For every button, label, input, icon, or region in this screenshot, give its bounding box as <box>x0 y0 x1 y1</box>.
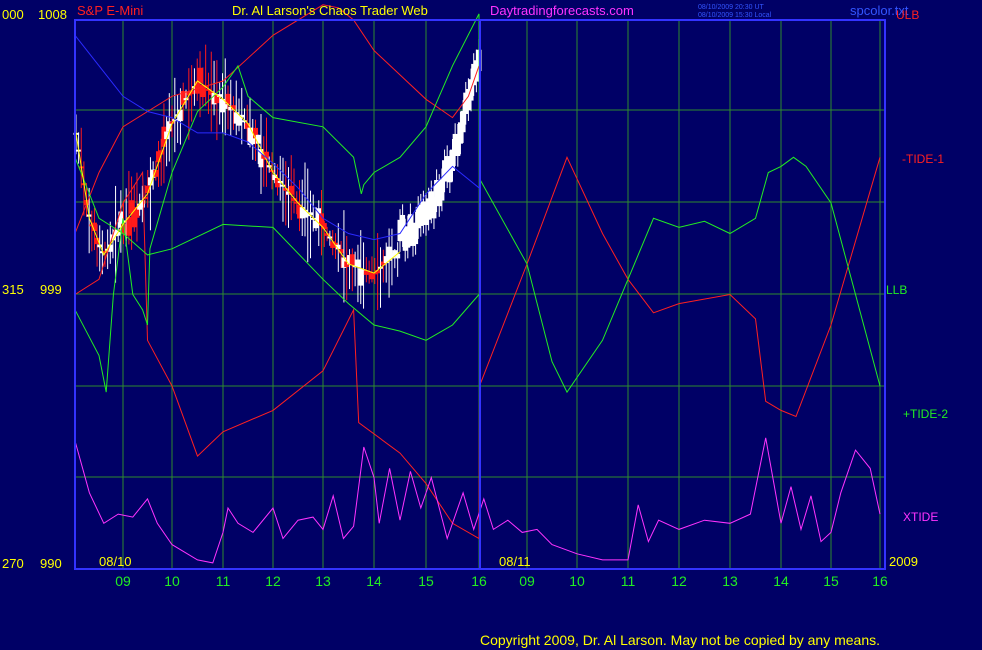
x-tick-label: 14 <box>366 573 382 589</box>
price-bar-body <box>194 81 200 94</box>
price-bar-body <box>177 109 183 122</box>
x-tick-label: 09 <box>519 573 535 589</box>
x-tick-label: 11 <box>621 573 636 589</box>
label-llb: LLB <box>886 283 907 297</box>
x-tick-label: 15 <box>823 573 839 589</box>
y-label-price-bottom: 990 <box>40 556 62 571</box>
chart-title: Dr. Al Larson's Chaos Trader Web <box>232 3 428 18</box>
label-ulb: ULB <box>896 8 919 22</box>
y-label-price-mid: 999 <box>40 282 62 297</box>
price-bar-body <box>395 253 401 259</box>
time-ut: 08/10/2009 20:30 UT <box>698 4 764 11</box>
y-label-inner-mid: 315 <box>2 282 24 297</box>
chart: S&P E-Mini Dr. Al Larson's Chaos Trader … <box>0 0 982 650</box>
y-label-inner-top: 000 <box>2 7 24 22</box>
label-tide-1: -TIDE-1 <box>902 152 944 166</box>
label-tide-2: +TIDE-2 <box>903 407 948 421</box>
x-tick-label: 13 <box>315 573 331 589</box>
x-tick-label: 16 <box>471 573 487 589</box>
y-label-price-top: 1008 <box>38 7 67 22</box>
label-xtide: XTIDE <box>903 510 938 524</box>
x-tick-label: 14 <box>773 573 789 589</box>
price-bar-body <box>197 67 203 83</box>
price-bar-body <box>349 254 355 266</box>
x-tick-label: 11 <box>216 573 231 589</box>
year-label: 2009 <box>889 554 918 569</box>
x-tick-label: 10 <box>569 573 585 589</box>
x-tick-label: 09 <box>115 573 131 589</box>
price-bar-body <box>321 223 327 230</box>
x-tick-label: 16 <box>872 573 888 589</box>
time-local: 08/10/2009 15:30 Local <box>698 12 772 19</box>
x-tick-label: 12 <box>265 573 281 589</box>
date-label-1: 08/10 <box>99 554 132 569</box>
x-tick-label: 10 <box>164 573 180 589</box>
price-bar-body <box>288 185 294 195</box>
price-bar-body <box>139 200 145 208</box>
price-bar-body <box>439 179 445 201</box>
copyright: Copyright 2009, Dr. Al Larson. May not b… <box>480 632 880 648</box>
x-tick-label: 12 <box>671 573 687 589</box>
date-label-2: 08/11 <box>499 554 531 569</box>
price-bar-body <box>460 110 466 133</box>
x-tick-label: 13 <box>722 573 738 589</box>
price-bar-body <box>355 259 361 268</box>
y-label-inner-bottom: 270 <box>2 556 24 571</box>
site-name: Daytradingforecasts.com <box>490 3 634 18</box>
symbol-title: S&P E-Mini <box>77 3 143 18</box>
x-tick-label: 15 <box>418 573 434 589</box>
